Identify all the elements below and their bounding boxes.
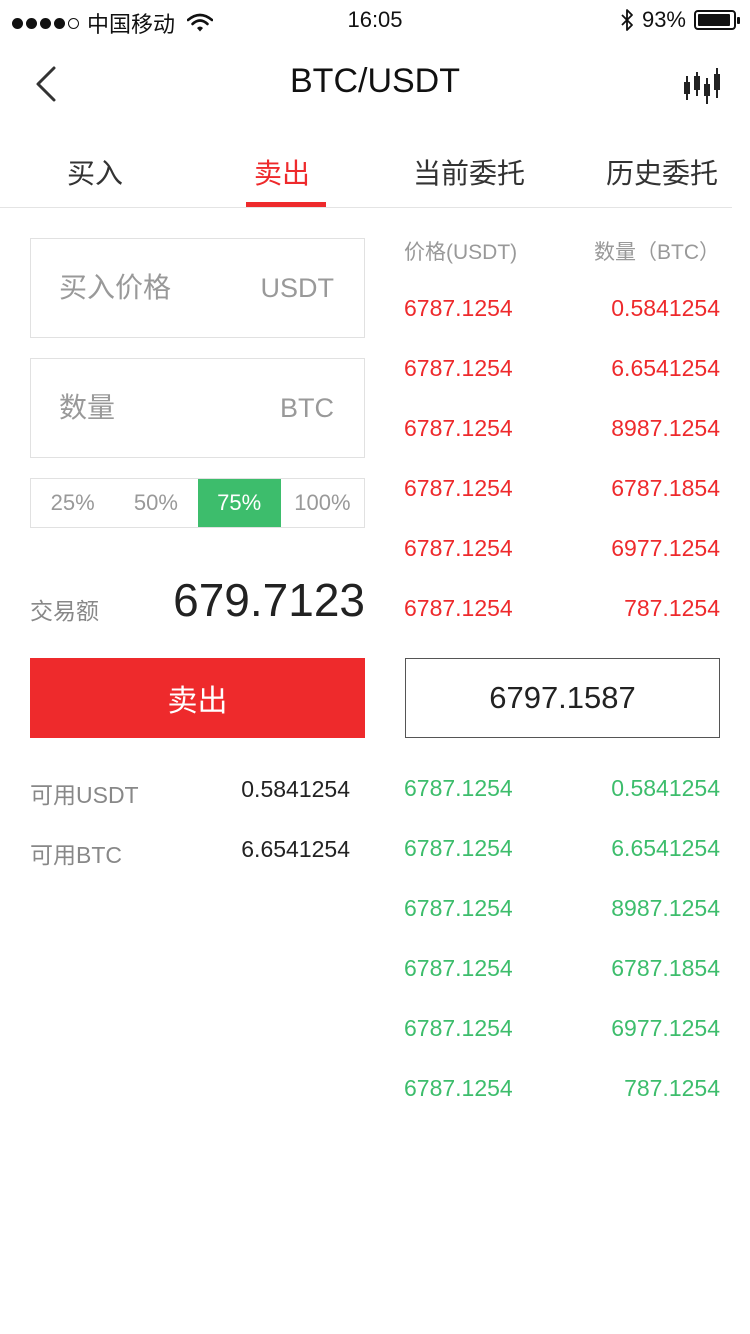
battery-icon — [694, 10, 740, 30]
ask-price: 6787.1254 — [404, 295, 513, 321]
active-tab-indicator — [246, 202, 326, 207]
ask-price: 6787.1254 — [404, 595, 513, 621]
battery-percent: 93% — [641, 7, 686, 32]
bid-qty: 6.6541254 — [611, 835, 720, 861]
ask-row[interactable]: 6787.1254 6.6541254 — [404, 355, 720, 415]
ask-qty: 6787.1854 — [611, 475, 720, 501]
percent-25-button[interactable]: 25% — [31, 479, 114, 527]
orderbook-qty-header: 数量（BTC） — [594, 241, 720, 264]
ask-qty: 787.1254 — [624, 595, 720, 621]
ask-qty: 0.5841254 — [611, 295, 720, 321]
orderbook-price-header: 价格(USDT) — [404, 241, 518, 264]
bid-qty: 8987.1254 — [611, 895, 720, 921]
price-input-box: USDT — [30, 238, 365, 338]
percent-75-button[interactable]: 75% — [197, 479, 281, 527]
bid-price: 6787.1254 — [404, 1075, 513, 1101]
battery-level — [698, 14, 730, 26]
bid-row[interactable]: 6787.1254 0.5841254 — [404, 775, 720, 835]
status-bar: 中国移动 16:05 93% — [0, 0, 750, 40]
quantity-input-box: BTC — [30, 358, 365, 458]
available-usdt-label: 可用USDT — [30, 782, 139, 808]
nav-bar: BTC/USDT — [0, 40, 750, 128]
page-title: BTC/USDT — [290, 62, 460, 100]
available-btc-value: 6.6541254 — [241, 836, 350, 862]
ask-qty: 6.6541254 — [611, 355, 720, 381]
tab-order-history[interactable]: 历史委托 — [606, 152, 718, 192]
tab-buy[interactable]: 买入 — [67, 152, 123, 192]
bid-row[interactable]: 6787.1254 6.6541254 — [404, 835, 720, 895]
sell-button[interactable]: 卖出 — [30, 658, 365, 738]
trade-tabs: 买入 卖出 当前委托 历史委托 — [0, 128, 732, 208]
ask-price: 6787.1254 — [404, 355, 513, 381]
ask-row[interactable]: 6787.1254 787.1254 — [404, 595, 720, 655]
last-price-box[interactable]: 6797.1587 — [405, 658, 720, 738]
bid-row[interactable]: 6787.1254 6977.1254 — [404, 1015, 720, 1075]
bid-price: 6787.1254 — [404, 775, 513, 801]
trade-amount-value: 679.7123 — [173, 574, 365, 626]
ask-price: 6787.1254 — [404, 415, 513, 441]
bid-row[interactable]: 6787.1254 787.1254 — [404, 1075, 720, 1135]
status-right: 93% — [620, 7, 740, 33]
ask-row[interactable]: 6787.1254 6977.1254 — [404, 535, 720, 595]
percent-100-button[interactable]: 100% — [281, 479, 364, 527]
ask-row[interactable]: 6787.1254 6787.1854 — [404, 475, 720, 535]
ask-qty: 6977.1254 — [611, 535, 720, 561]
bid-price: 6787.1254 — [404, 955, 513, 981]
quantity-unit: BTC — [280, 393, 334, 423]
available-usdt-value: 0.5841254 — [241, 776, 350, 802]
bid-qty: 0.5841254 — [611, 775, 720, 801]
tab-sell[interactable]: 卖出 — [254, 152, 310, 192]
ask-row[interactable]: 6787.1254 8987.1254 — [404, 415, 720, 475]
available-btc-label: 可用BTC — [30, 842, 122, 868]
trade-amount-label: 交易额 — [30, 598, 99, 624]
bid-price: 6787.1254 — [404, 895, 513, 921]
bid-qty: 6787.1854 — [611, 955, 720, 981]
bid-row[interactable]: 6787.1254 6787.1854 — [404, 955, 720, 1015]
percent-selector: 25% 50% 75% 100% — [30, 478, 365, 528]
tab-open-orders[interactable]: 当前委托 — [413, 152, 525, 192]
bid-qty: 6977.1254 — [611, 1015, 720, 1041]
bid-price: 6787.1254 — [404, 1015, 513, 1041]
percent-50-button[interactable]: 50% — [114, 479, 197, 527]
bid-price: 6787.1254 — [404, 835, 513, 861]
bluetooth-icon — [621, 9, 633, 31]
bid-row[interactable]: 6787.1254 8987.1254 — [404, 895, 720, 955]
ask-qty: 8987.1254 — [611, 415, 720, 441]
bid-qty: 787.1254 — [624, 1075, 720, 1101]
price-unit: USDT — [260, 273, 335, 303]
ask-price: 6787.1254 — [404, 535, 513, 561]
candlestick-chart-icon[interactable] — [682, 66, 722, 106]
ask-price: 6787.1254 — [404, 475, 513, 501]
ask-row[interactable]: 6787.1254 0.5841254 — [404, 295, 720, 355]
